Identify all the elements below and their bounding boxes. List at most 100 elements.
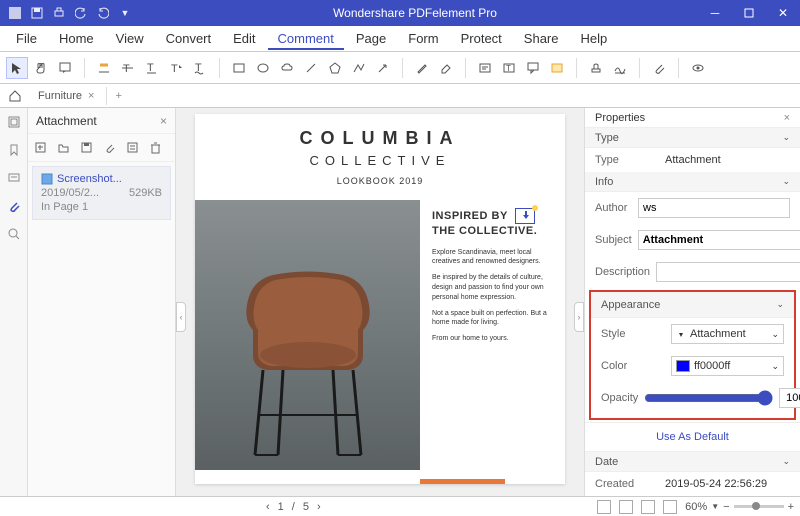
oval-tool[interactable]	[252, 57, 274, 79]
view-mode-single-icon[interactable]	[597, 500, 611, 514]
hide-annotations-tool[interactable]	[687, 57, 709, 79]
strikethrough-tool[interactable]: T	[117, 57, 139, 79]
arrow-tool[interactable]	[372, 57, 394, 79]
print-icon[interactable]	[52, 6, 66, 20]
tab-close-icon[interactable]: ×	[88, 90, 94, 102]
collapse-left-handle[interactable]: ‹	[176, 302, 186, 332]
attachment-panel-tools	[28, 134, 175, 162]
hand-tool[interactable]	[30, 57, 52, 79]
section-appearance-header[interactable]: Appearance ⌄	[591, 292, 794, 318]
text-box-tool[interactable]	[474, 57, 496, 79]
opacity-value-input[interactable]	[779, 388, 800, 408]
menu-page[interactable]: Page	[346, 27, 396, 50]
zoom-controls: 60% ▼ − +	[685, 501, 794, 513]
properties-close-icon[interactable]: ×	[784, 112, 790, 124]
maximize-button[interactable]	[732, 0, 766, 26]
attachment-tool[interactable]	[648, 57, 670, 79]
menu-home[interactable]: Home	[49, 27, 104, 50]
rectangle-tool[interactable]	[228, 57, 250, 79]
use-as-default-button[interactable]: Use As Default	[585, 422, 800, 452]
menu-file[interactable]: File	[6, 27, 47, 50]
squiggly-tool[interactable]: T	[189, 57, 211, 79]
menu-convert[interactable]: Convert	[156, 27, 222, 50]
open-attachment-icon[interactable]	[57, 141, 70, 154]
menu-edit[interactable]: Edit	[223, 27, 265, 50]
view-mode-facing-continuous-icon[interactable]	[663, 500, 677, 514]
bookmarks-icon[interactable]	[6, 142, 22, 158]
delete-attachment-icon[interactable]	[149, 141, 162, 154]
color-select[interactable]: ff0000ff ⌄	[671, 356, 784, 376]
subject-input[interactable]	[638, 230, 800, 250]
attachment-item[interactable]: Screenshot... 2019/05/2... 529KB In Page…	[32, 166, 171, 220]
home-icon[interactable]	[8, 89, 22, 103]
undo-icon[interactable]	[74, 6, 88, 20]
menu-protect[interactable]: Protect	[451, 27, 512, 50]
zoom-slider[interactable]	[734, 505, 784, 508]
annotations-icon[interactable]	[6, 170, 22, 186]
note-tool[interactable]	[54, 57, 76, 79]
attachment-description-icon[interactable]	[126, 141, 139, 154]
thumbnails-icon[interactable]	[6, 114, 22, 130]
description-input[interactable]	[656, 262, 800, 282]
section-type-header[interactable]: Type ⌄	[585, 128, 800, 148]
attachments-icon[interactable]	[6, 198, 22, 214]
panel-close-icon[interactable]: ×	[160, 114, 167, 128]
area-highlight-tool[interactable]	[546, 57, 568, 79]
close-button[interactable]: ✕	[766, 0, 800, 26]
chevron-down-icon: ⌄	[782, 132, 790, 143]
opacity-slider[interactable]	[644, 390, 773, 406]
connected-lines-tool[interactable]	[348, 57, 370, 79]
doc-p4: From our home to yours.	[432, 334, 555, 344]
caret-tool[interactable]: T	[165, 57, 187, 79]
section-info-header[interactable]: Info ⌄	[585, 172, 800, 192]
section-date-header[interactable]: Date ⌄	[585, 452, 800, 472]
document-tab[interactable]: Furniture ×	[30, 87, 107, 105]
menu-bar: File Home View Convert Edit Comment Page…	[0, 26, 800, 52]
qat-dropdown-icon[interactable]: ▼	[118, 6, 132, 20]
callout-tool[interactable]	[522, 57, 544, 79]
window-controls: ─ ✕	[698, 0, 800, 26]
view-mode-continuous-icon[interactable]	[619, 500, 633, 514]
svg-text:T: T	[506, 64, 511, 73]
eraser-tool[interactable]	[435, 57, 457, 79]
doc-subtitle: LOOKBOOK 2019	[195, 176, 565, 186]
attachment-link-icon[interactable]	[103, 141, 116, 154]
zoom-out-button[interactable]: −	[723, 501, 729, 513]
menu-view[interactable]: View	[106, 27, 154, 50]
save-icon[interactable]	[30, 6, 44, 20]
menu-share[interactable]: Share	[514, 27, 569, 50]
select-tool[interactable]	[6, 57, 28, 79]
subject-label: Subject	[595, 234, 632, 246]
document-canvas[interactable]: ‹ › COLUMBIA COLLECTIVE LOOKBOOK 2019	[176, 108, 584, 496]
tab-label: Furniture	[38, 90, 82, 102]
typewriter-tool[interactable]: T	[498, 57, 520, 79]
minimize-button[interactable]: ─	[698, 0, 732, 26]
zoom-dropdown-icon[interactable]: ▼	[711, 502, 719, 511]
cloud-tool[interactable]	[276, 57, 298, 79]
color-label: Color	[601, 360, 665, 372]
attachment-annotation-icon[interactable]	[515, 208, 535, 224]
chevron-down-icon: ⌄	[771, 361, 779, 372]
stamp-tool[interactable]	[585, 57, 607, 79]
zoom-in-button[interactable]: +	[788, 501, 794, 513]
redo-icon[interactable]	[96, 6, 110, 20]
author-input[interactable]	[638, 198, 790, 218]
pencil-tool[interactable]	[411, 57, 433, 79]
highlight-tool[interactable]	[93, 57, 115, 79]
menu-form[interactable]: Form	[398, 27, 448, 50]
line-tool[interactable]	[300, 57, 322, 79]
save-attachment-icon[interactable]	[80, 141, 93, 154]
collapse-right-handle[interactable]: ›	[574, 302, 584, 332]
underline-tool[interactable]: T	[141, 57, 163, 79]
new-tab-button[interactable]: +	[107, 90, 129, 102]
style-select[interactable]: Attachment ⌄	[671, 324, 784, 344]
signature-tool[interactable]	[609, 57, 631, 79]
polygon-tool[interactable]	[324, 57, 346, 79]
menu-comment[interactable]: Comment	[268, 27, 344, 50]
next-page-button[interactable]: ›	[317, 501, 321, 513]
add-attachment-icon[interactable]	[34, 141, 47, 154]
menu-help[interactable]: Help	[571, 27, 618, 50]
prev-page-button[interactable]: ‹	[266, 501, 270, 513]
view-mode-facing-icon[interactable]	[641, 500, 655, 514]
search-icon[interactable]	[6, 226, 22, 242]
